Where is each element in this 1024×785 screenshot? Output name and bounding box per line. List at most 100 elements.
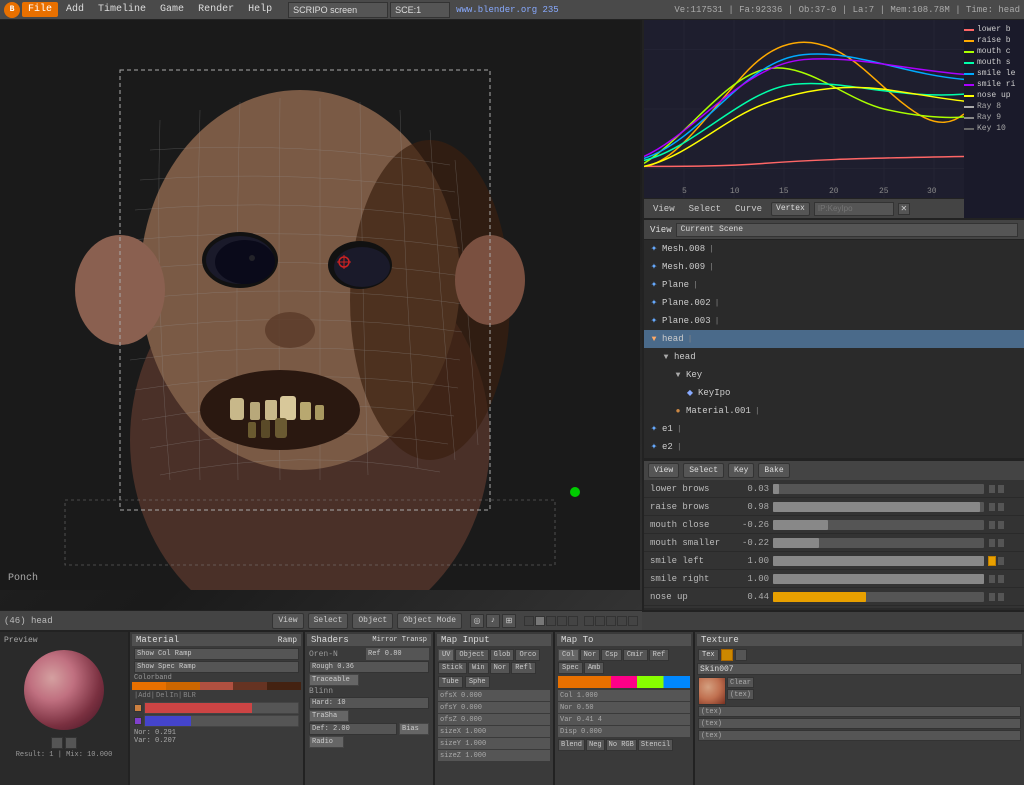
nor-value-field[interactable]: Nor 0.50 bbox=[558, 702, 690, 713]
col-g-slider[interactable] bbox=[144, 715, 299, 727]
sk-btn-hl[interactable] bbox=[988, 556, 996, 566]
nor-btn[interactable]: Nor bbox=[490, 662, 511, 674]
ofsy-field[interactable]: ofsY 0.000 bbox=[438, 702, 550, 713]
neg-btn[interactable]: Neg bbox=[586, 739, 605, 751]
scene-name-input[interactable] bbox=[390, 2, 450, 18]
outliner-item-key[interactable]: ▼ Key bbox=[668, 366, 1024, 384]
sk-btn-1[interactable] bbox=[988, 538, 996, 548]
sizez-field[interactable]: sizeZ 1.000 bbox=[438, 750, 550, 761]
sk-btn-1[interactable] bbox=[988, 502, 996, 512]
map-ref-btn[interactable]: Ref bbox=[649, 649, 670, 661]
viewport-icon-btn-2[interactable]: ♪ bbox=[486, 614, 500, 628]
sk-btn-2[interactable] bbox=[997, 538, 1005, 548]
sizex-field[interactable]: sizeX 1.000 bbox=[438, 726, 550, 737]
ramp-btn[interactable]: Ramp bbox=[278, 636, 297, 645]
graph-view-btn[interactable]: View bbox=[648, 204, 680, 214]
sizey-field[interactable]: sizeY 1.000 bbox=[438, 738, 550, 749]
outliner-item-plane002[interactable]: ✦ Plane.002 | bbox=[644, 294, 1024, 312]
col-r-slider[interactable] bbox=[144, 702, 299, 714]
sk-btn-2[interactable] bbox=[997, 484, 1005, 494]
tex-slot-5[interactable]: (tex) bbox=[698, 730, 1021, 741]
sk-btn-2[interactable] bbox=[997, 556, 1005, 566]
layer-btn-7[interactable] bbox=[595, 616, 605, 626]
menu-help[interactable]: Help bbox=[242, 2, 278, 17]
stick-btn[interactable]: Stick bbox=[438, 662, 467, 674]
layer-btn-10[interactable] bbox=[628, 616, 638, 626]
viewport-select-btn[interactable]: Select bbox=[308, 613, 349, 629]
refl-btn[interactable]: Refl bbox=[511, 662, 536, 674]
shape-key-select-btn[interactable]: Select bbox=[683, 463, 724, 478]
viewport-view-btn[interactable]: View bbox=[272, 613, 303, 629]
spec-ramp-btn[interactable]: Show Spec Ramp bbox=[134, 661, 299, 673]
screen-name-input[interactable] bbox=[288, 2, 388, 18]
layer-btn-6[interactable] bbox=[584, 616, 594, 626]
tex-name-field[interactable]: Skin007 bbox=[697, 663, 1022, 675]
outliner-item-plane003[interactable]: ✦ Plane.003 | bbox=[644, 312, 1024, 330]
ref-field[interactable]: Ref 0.80 bbox=[366, 648, 429, 660]
rough-field[interactable]: Rough 0.36 bbox=[309, 661, 429, 673]
sk-btn-1[interactable] bbox=[988, 574, 996, 584]
map-csp-btn[interactable]: Csp bbox=[601, 649, 622, 661]
outliner-item-e2[interactable]: ✦ e2 | bbox=[644, 438, 1024, 456]
blend-btn[interactable]: Blend bbox=[558, 739, 585, 751]
tex-slot-3[interactable]: (tex) bbox=[698, 706, 1021, 717]
radio-btn[interactable]: Radio bbox=[309, 736, 344, 748]
sk-btn-2[interactable] bbox=[997, 520, 1005, 530]
sk-btn-1[interactable] bbox=[988, 484, 996, 494]
hard-field[interactable]: Hard: 10 bbox=[309, 697, 429, 709]
ofsz-field[interactable]: ofsZ 0.000 bbox=[438, 714, 550, 725]
graph-select-btn[interactable]: Select bbox=[684, 204, 726, 214]
layer-btn-1[interactable] bbox=[524, 616, 534, 626]
win-btn[interactable]: Win bbox=[468, 662, 489, 674]
outliner-item-keyipo[interactable]: ◆ KeyIpo bbox=[680, 384, 1024, 402]
tube-btn[interactable]: Tube bbox=[438, 676, 463, 688]
sk-btn-2[interactable] bbox=[997, 592, 1005, 602]
shape-key-key-btn[interactable]: Key bbox=[728, 463, 754, 478]
vertex-dropdown[interactable]: Vertex bbox=[771, 202, 810, 216]
shape-key-mouth-smaller[interactable]: mouth smaller -0.22 bbox=[644, 534, 1024, 552]
outliner-item-head[interactable]: ▼ head | bbox=[644, 330, 1024, 348]
viewport-icon-btn-3[interactable]: ⊞ bbox=[502, 614, 516, 628]
ofsx-field[interactable]: ofsX 0.000 bbox=[438, 690, 550, 701]
sphe-btn[interactable]: Sphe bbox=[465, 676, 490, 688]
shape-key-bake-btn[interactable]: Bake bbox=[758, 463, 789, 478]
menu-add[interactable]: Add bbox=[60, 2, 90, 17]
sk-btn-2[interactable] bbox=[997, 574, 1005, 584]
outliner-item-head-sub[interactable]: ▼ head bbox=[656, 348, 1024, 366]
graph-curve-btn[interactable]: Curve bbox=[730, 204, 767, 214]
tex-slot-2[interactable]: (tex) bbox=[727, 689, 754, 700]
shape-key-timeline[interactable]: 10 20 30 40 50 bbox=[644, 608, 1024, 610]
col-swatch-2[interactable] bbox=[134, 717, 142, 725]
menu-game[interactable]: Game bbox=[154, 2, 190, 17]
tex-gray-btn[interactable] bbox=[735, 649, 747, 661]
tex-orange-btn[interactable] bbox=[721, 649, 733, 661]
outliner-item-material[interactable]: ● Material.001 | bbox=[668, 402, 1024, 420]
layer-btn-3[interactable] bbox=[546, 616, 556, 626]
tex-clear-btn[interactable]: Clear bbox=[727, 677, 754, 688]
current-scene-dropdown[interactable]: Current Scene bbox=[676, 223, 1018, 237]
shape-key-view-btn[interactable]: View bbox=[648, 463, 679, 478]
outliner-item-mesh008[interactable]: ✦ Mesh.008 | bbox=[644, 240, 1024, 258]
layer-btn-5[interactable] bbox=[568, 616, 578, 626]
no-rgb-btn[interactable]: No RGB bbox=[606, 739, 637, 751]
traceable-btn[interactable]: Traceable bbox=[309, 674, 359, 686]
outliner-item-e1[interactable]: ✦ e1 | bbox=[644, 420, 1024, 438]
preview-btn-1[interactable] bbox=[51, 737, 63, 749]
cb-blr[interactable]: BLR bbox=[183, 692, 196, 700]
object-btn[interactable]: Object bbox=[455, 649, 488, 661]
col-swatch[interactable] bbox=[134, 704, 142, 712]
graph-close-btn[interactable]: ✕ bbox=[898, 203, 910, 215]
menu-file[interactable]: File bbox=[22, 2, 58, 17]
map-amb-btn[interactable]: Amb bbox=[584, 662, 605, 674]
outliner-item-plane[interactable]: ✦ Plane | bbox=[644, 276, 1024, 294]
layer-btn-4[interactable] bbox=[557, 616, 567, 626]
map-spec-btn[interactable]: Spec bbox=[558, 662, 583, 674]
stencil-btn[interactable]: Stencil bbox=[638, 739, 673, 751]
menu-render[interactable]: Render bbox=[192, 2, 240, 17]
col-ramp-btn[interactable]: Show Col Ramp bbox=[134, 648, 299, 660]
layer-btn-9[interactable] bbox=[617, 616, 627, 626]
bias-btn[interactable]: Bias bbox=[399, 723, 429, 735]
var-value-field[interactable]: Var 0.41 4 bbox=[558, 714, 690, 725]
shape-key-nose-up[interactable]: nose up 0.44 bbox=[644, 588, 1024, 606]
shape-key-lower-brows[interactable]: lower brows 0.03 bbox=[644, 480, 1024, 498]
